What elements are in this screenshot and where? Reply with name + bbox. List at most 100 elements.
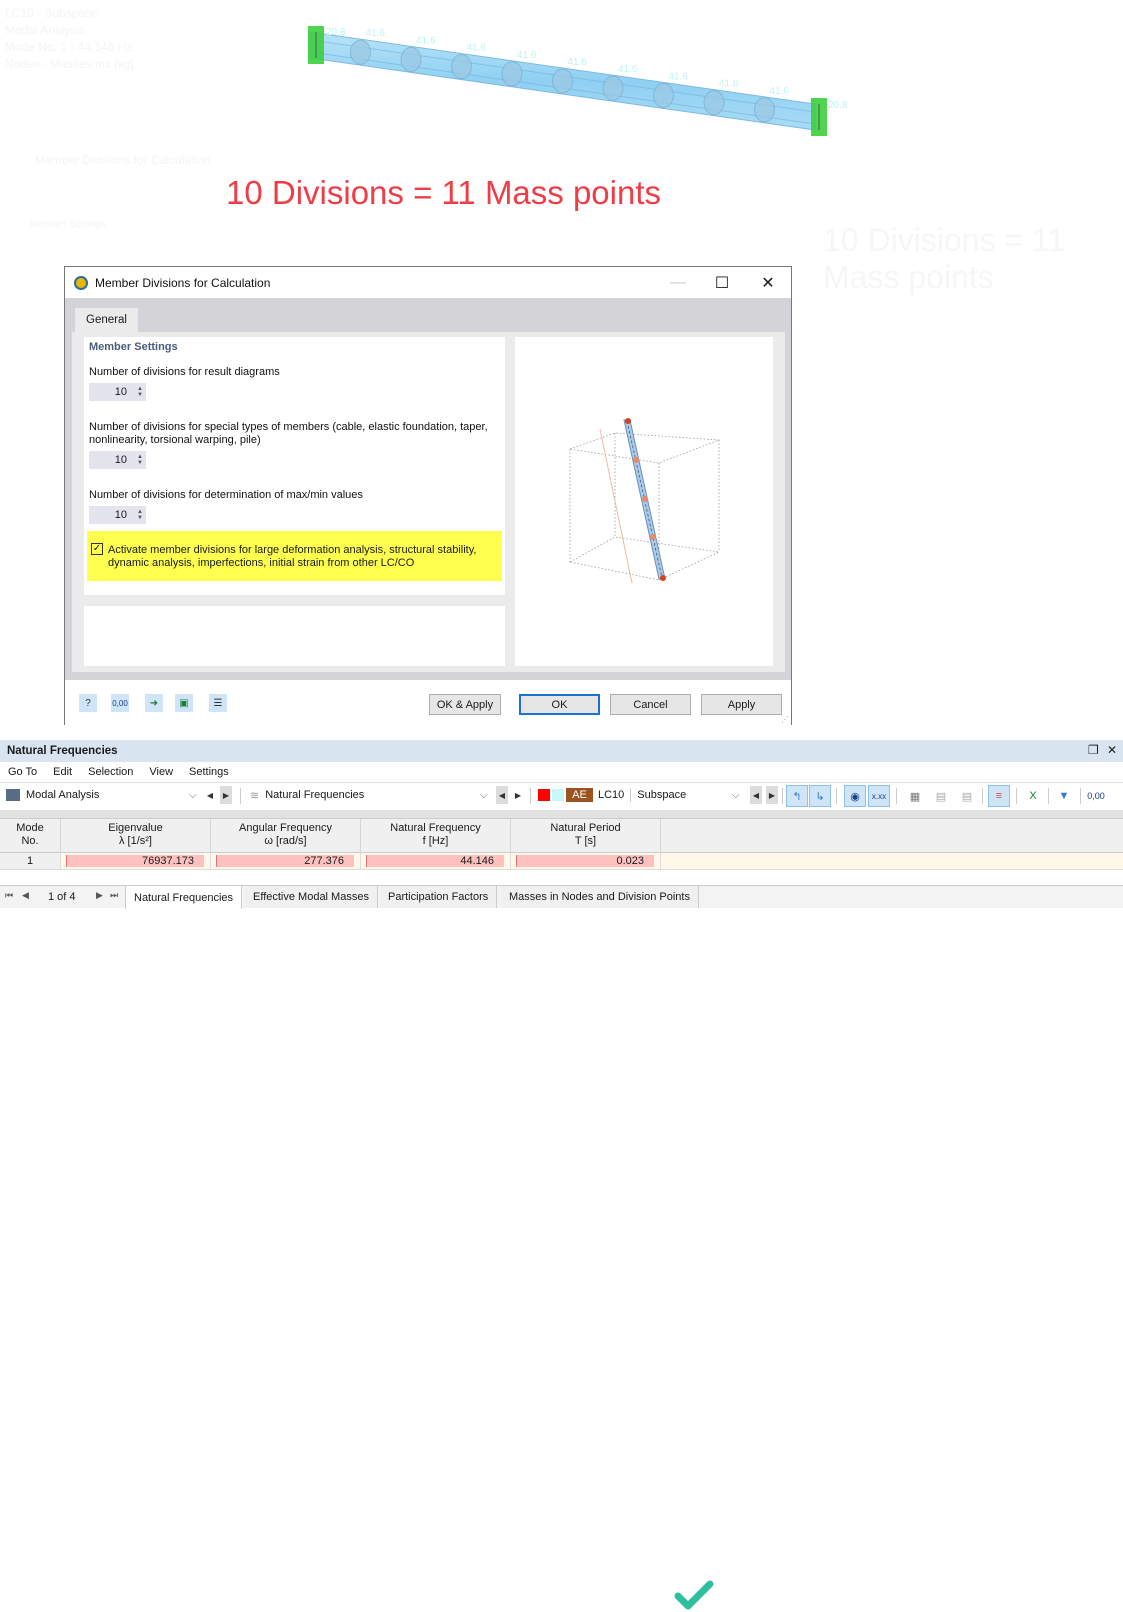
next-page-icon[interactable]: ▶ [96, 890, 103, 901]
ghost-section: Member Settings [30, 219, 106, 230]
prev-lc-button[interactable]: ◀ [750, 786, 762, 804]
next-mode-icon[interactable]: ↳ [809, 785, 831, 807]
header-line: λ [1/s²] [118, 835, 152, 847]
module-combo-value: Modal Analysis [26, 789, 100, 801]
table-link2-icon[interactable]: ▤ [956, 785, 978, 807]
node-point [625, 418, 631, 424]
checkmark-icon [674, 1580, 714, 1610]
help-icon[interactable]: ? [79, 694, 97, 712]
values-icon[interactable]: x.xx [868, 785, 890, 807]
mass-label: 41.6 [770, 86, 790, 97]
special-members-spinner[interactable]: 10 ▲ ▼ [89, 451, 146, 469]
table-icon[interactable]: ☰ [209, 694, 227, 712]
col-header-mode[interactable]: Mode No. [0, 819, 61, 853]
result-diagrams-spinner[interactable]: 10 ▲ ▼ [89, 383, 146, 401]
tab-participation-factors[interactable]: Participation Factors [380, 886, 498, 908]
dialog-body: Member Settings Number of divisions for … [72, 332, 785, 672]
menu-goto[interactable]: Go To [8, 766, 37, 778]
minimize-button[interactable]: — [655, 267, 701, 298]
close-panel-icon[interactable]: ✕ [1107, 743, 1117, 757]
col-header-natural-period[interactable]: Natural Period T [s] [511, 819, 661, 853]
col-header-natural-frequency[interactable]: Natural Frequency f [Hz] [361, 819, 511, 853]
col-header-angular-frequency[interactable]: Angular Frequency ω [rad/s] [211, 819, 361, 853]
value-text: 44.146 [460, 855, 494, 867]
tab-natural-frequencies[interactable]: Natural Frequencies [125, 886, 243, 909]
next-lc-button[interactable]: ▶ [766, 786, 778, 804]
pager-text: 1 of 4 [48, 891, 76, 903]
table-view-icon[interactable]: ▦ [904, 785, 926, 807]
member-settings-panel: Member Settings Number of divisions for … [84, 337, 505, 595]
mass-label-end: 20.8 [326, 27, 346, 38]
last-page-icon[interactable]: ⏭ [110, 890, 118, 901]
visibility-icon[interactable]: ◉ [844, 785, 866, 807]
module-combo[interactable]: Modal Analysis ⌵ [6, 785, 201, 805]
save-icon[interactable]: ▣ [175, 694, 193, 712]
header-line: Natural Frequency [390, 822, 481, 834]
spinner-arrows-icon[interactable]: ▲ ▼ [137, 509, 143, 521]
restore-icon[interactable]: ❐ [1088, 743, 1099, 757]
prev-module-button[interactable]: ◀ [204, 786, 216, 804]
dimension-line [599, 428, 633, 584]
header-line: T [s] [574, 835, 597, 847]
mass-label: 41.6 [467, 43, 487, 54]
apply-button[interactable]: Apply [701, 694, 782, 715]
max-min-label: Number of divisions for determination of… [89, 489, 363, 501]
app-icon [74, 275, 88, 290]
dialog-tabs: General [65, 298, 791, 332]
prev-table-button[interactable]: ◀ [496, 786, 508, 804]
bar-chart-icon[interactable]: ≡ [988, 785, 1010, 807]
previous-mode-icon[interactable]: ↰ [786, 785, 808, 807]
activate-divisions-checkbox[interactable]: ✓ [91, 543, 103, 555]
col-header-eigenvalue[interactable]: Eigenvalue λ [1/s²] [61, 819, 211, 853]
mass-label: 41.6 [517, 50, 537, 61]
spinner-arrows-icon[interactable]: ▲ ▼ [137, 386, 143, 398]
special-members-label: Number of divisions for special types of… [89, 421, 488, 446]
value-text: 76937.173 [142, 855, 194, 867]
menu-view[interactable]: View [149, 766, 173, 778]
close-button[interactable]: ✕ [745, 267, 791, 298]
tab-effective-modal-masses[interactable]: Effective Modal Masses [245, 886, 378, 908]
first-page-icon[interactable]: ⏮ [5, 890, 13, 901]
menu-selection[interactable]: Selection [88, 766, 133, 778]
method-value: Subspace [637, 789, 687, 801]
mass-label: 41.6 [669, 71, 689, 82]
mass-point [501, 61, 523, 87]
filter-icon[interactable]: ▼ [1053, 785, 1075, 807]
mass-label: 41.6 [618, 64, 638, 75]
table-link-icon[interactable]: ▤ [930, 785, 952, 807]
table-combo-value: Natural Frequencies [265, 789, 365, 801]
ghost-dialog-title: Member Divisions for Calculation [35, 153, 211, 167]
division-point [642, 496, 648, 502]
cancel-button[interactable]: Cancel [610, 694, 691, 715]
ghost-caption: 10 Divisions = 11 Mass points [823, 222, 1066, 295]
load-case-combo[interactable]: LC10 Subspace ⌵ [598, 785, 748, 805]
header-line: Eigenvalue [108, 822, 163, 834]
division-point [633, 457, 639, 463]
excel-export-icon[interactable]: X [1022, 785, 1044, 807]
next-table-button[interactable]: ▶ [512, 786, 524, 804]
decimal-places-icon[interactable]: 0,00 [1085, 785, 1107, 807]
table-row[interactable]: 1 76937.173 277.376 44.146 0.023 [0, 853, 1123, 870]
spinner-arrows-icon[interactable]: ▲ ▼ [137, 454, 143, 466]
highlight-box: ✓ Activate member divisions for large de… [87, 531, 502, 581]
beam-model-view: 20.8 20.8 41.6 41.6 41.6 41.6 41.6 41.6 41.6 41… [308, 26, 848, 136]
maximize-button[interactable]: ☐ [699, 267, 745, 298]
table-combo[interactable]: ≋ Natural Frequencies ⌵ [250, 785, 495, 805]
menu-edit[interactable]: Edit [53, 766, 72, 778]
resize-grip-icon[interactable]: ⋰ [781, 715, 789, 724]
max-min-spinner[interactable]: 10 ▲ ▼ [89, 506, 146, 524]
menu-settings[interactable]: Settings [189, 766, 229, 778]
ok-apply-button[interactable]: OK & Apply [429, 694, 501, 715]
next-module-button[interactable]: ▶ [220, 786, 232, 804]
section-title: Member Settings [89, 341, 178, 353]
mass-point [653, 82, 674, 108]
ok-button[interactable]: OK [519, 694, 600, 715]
spinner-value: 10 [114, 386, 128, 398]
header-line: Natural Period [550, 822, 621, 834]
tab-general[interactable]: General [75, 308, 138, 332]
tab-masses-in-nodes[interactable]: Masses in Nodes and Division Points [501, 886, 699, 908]
import-icon[interactable]: ➜ [145, 694, 163, 712]
units-icon[interactable]: 0,00 [111, 694, 129, 712]
prev-page-icon[interactable]: ◀ [22, 890, 29, 901]
header-line: No. [21, 835, 39, 847]
